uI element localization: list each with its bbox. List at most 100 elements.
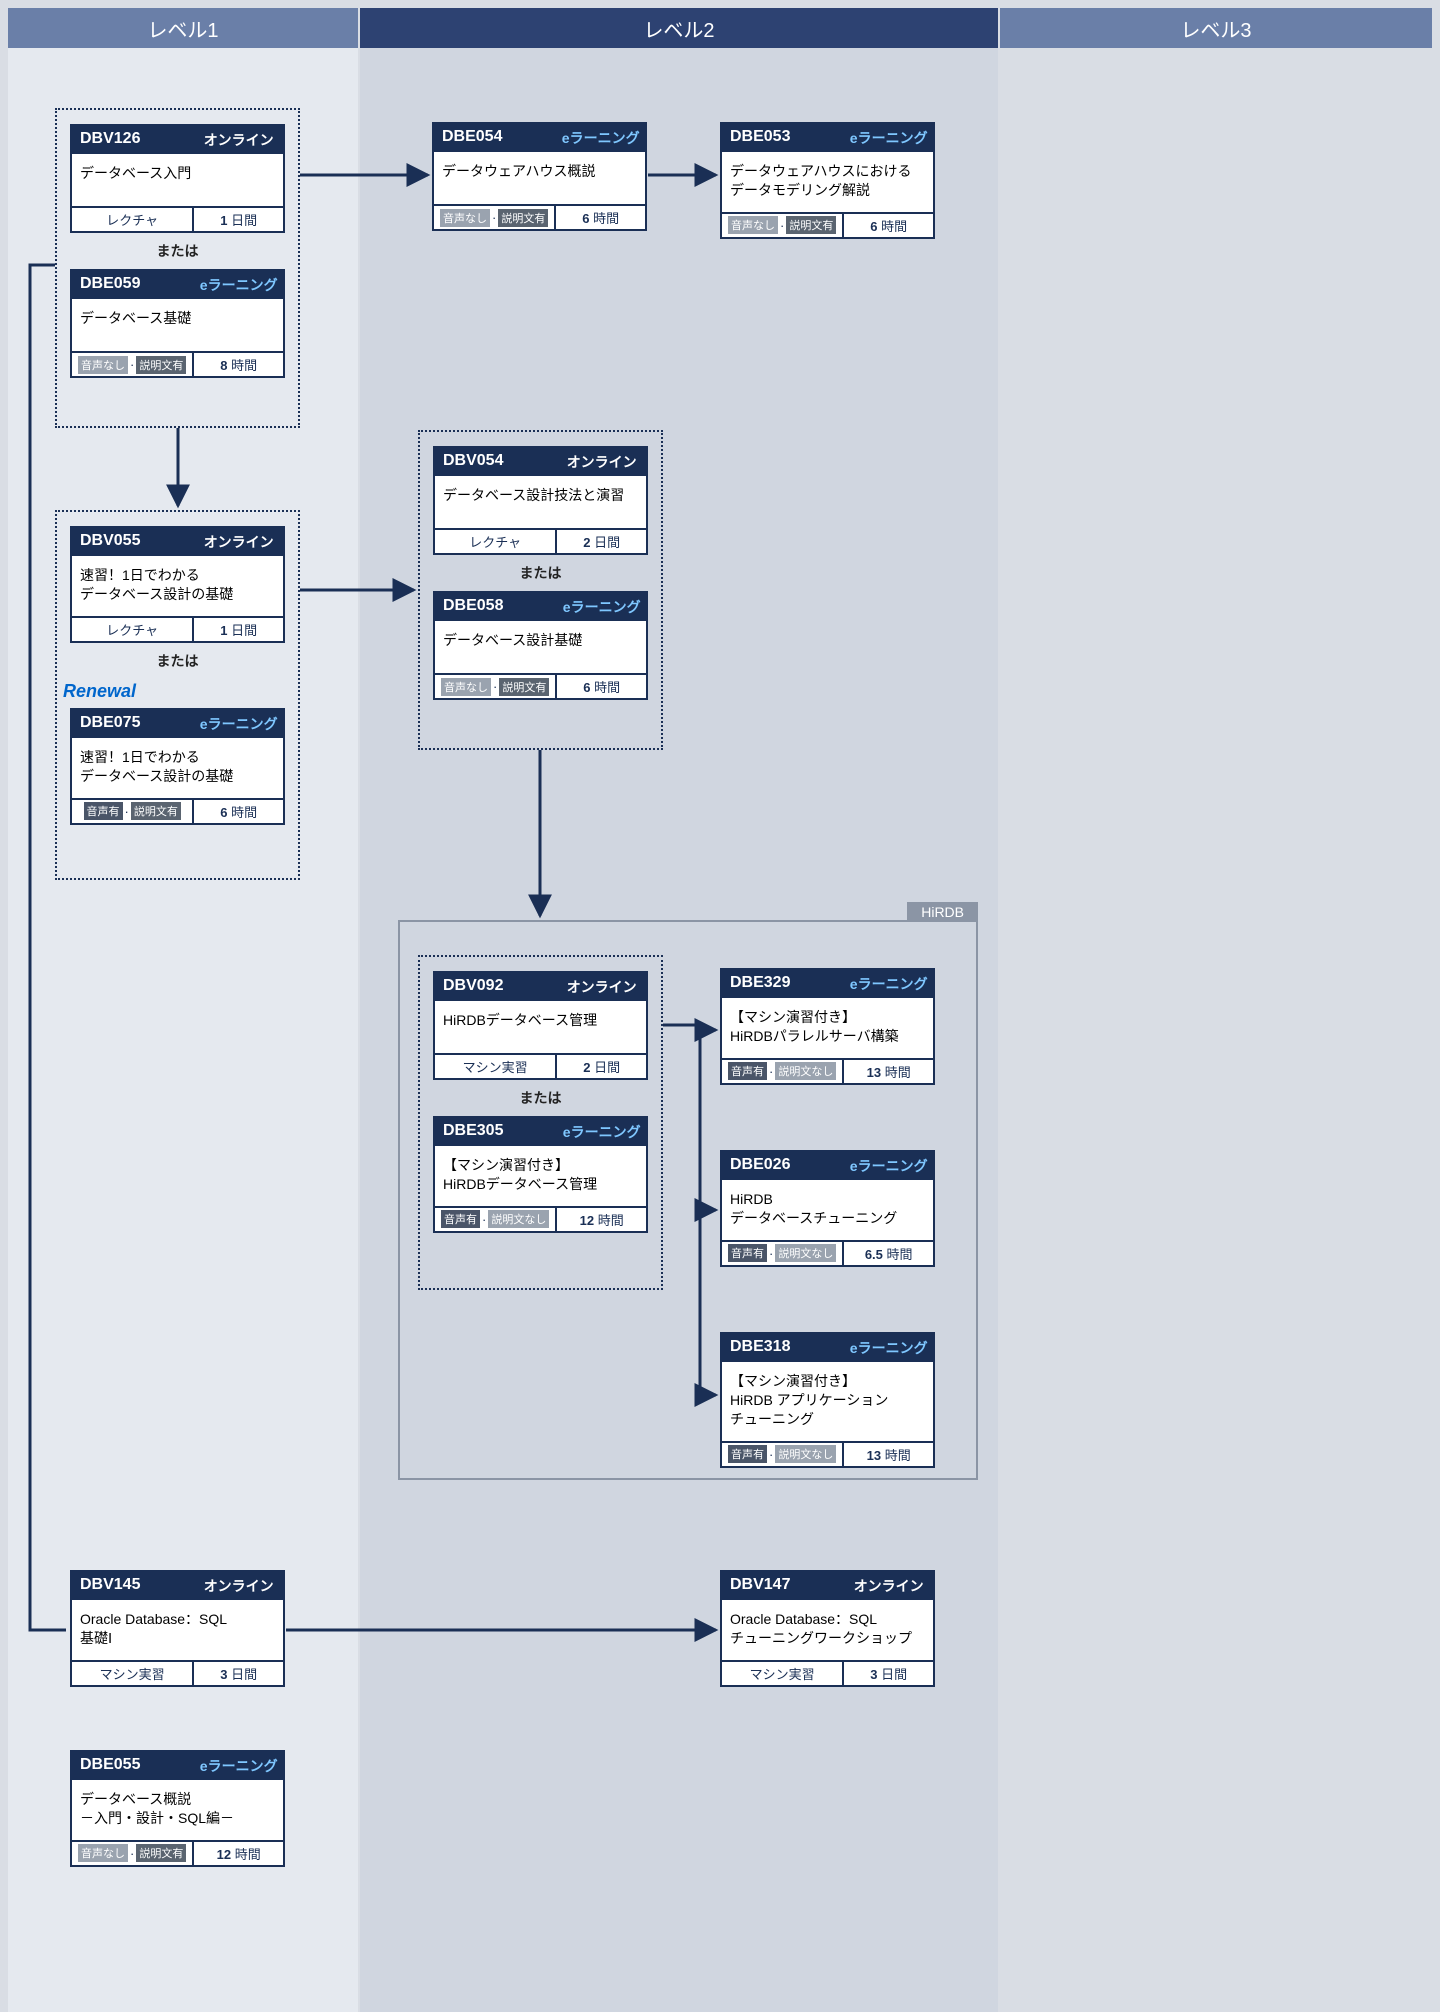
card-code: DBV054 — [435, 448, 557, 476]
card-code: DBV092 — [435, 973, 557, 1001]
card-type-badge: eラーニング — [557, 593, 646, 621]
card-code: DBE053 — [722, 124, 844, 152]
hirdb-label: HiRDB — [907, 902, 978, 922]
card-mode: 音声有·説明文有 — [72, 800, 194, 823]
card-code: DBE305 — [435, 1118, 557, 1146]
card-title: データベース設計技法と演習 — [435, 476, 646, 528]
card-duration: 13 時間 — [844, 1060, 933, 1083]
card-duration: 12 時間 — [557, 1208, 646, 1231]
card-DBV145[interactable]: DBV145 オンライン Oracle Database：SQL基礎Ⅰ マシン実… — [70, 1570, 285, 1687]
card-code: DBV147 — [722, 1572, 844, 1600]
card-mode: 音声有·説明文なし — [722, 1060, 844, 1083]
renewal-badge: Renewal — [57, 679, 298, 708]
card-type-badge: eラーニング — [844, 1152, 933, 1180]
card-DBE329[interactable]: DBE329 eラーニング 【マシン演習付き】HiRDBパラレルサーバ構築 音声… — [720, 968, 935, 1085]
card-code: DBV145 — [72, 1572, 194, 1600]
card-type-badge: eラーニング — [844, 124, 933, 152]
card-DBE055[interactable]: DBE055 eラーニング データベース概説－入門・設計・SQL編－ 音声なし·… — [70, 1750, 285, 1867]
card-type-badge: オンライン — [844, 1572, 933, 1600]
card-title: 【マシン演習付き】HiRDB アプリケーションチューニング — [722, 1362, 933, 1441]
card-code: DBV055 — [72, 528, 194, 556]
card-duration: 6 時間 — [194, 800, 283, 823]
card-title: HiRDBデータベース管理 — [435, 1001, 646, 1053]
card-mode: マシン実習 — [722, 1662, 844, 1685]
level3-header: レベル3 — [1000, 8, 1432, 48]
card-type-badge: eラーニング — [194, 710, 283, 738]
card-mode: 音声有·説明文なし — [722, 1443, 844, 1466]
card-mode: 音声なし·説明文有 — [72, 1842, 194, 1865]
card-code: DBE058 — [435, 593, 557, 621]
card-DBV126[interactable]: DBV126 オンライン データベース入門 レクチャ 1 日間 — [70, 124, 285, 233]
card-type-badge: オンライン — [194, 528, 283, 556]
card-title: Oracle Database：SQL基礎Ⅰ — [72, 1600, 283, 1660]
or-label: または — [420, 1080, 661, 1116]
level1-header: レベル1 — [8, 8, 358, 48]
card-title: データベース概説－入門・設計・SQL編－ — [72, 1780, 283, 1840]
card-code: DBE329 — [722, 970, 844, 998]
level2-header: レベル2 — [360, 8, 998, 48]
card-DBV054[interactable]: DBV054 オンライン データベース設計技法と演習 レクチャ 2 日間 — [433, 446, 648, 555]
card-duration: 12 時間 — [194, 1842, 283, 1865]
or-label: または — [57, 233, 298, 269]
card-title: 【マシン演習付き】HiRDBパラレルサーバ構築 — [722, 998, 933, 1058]
card-type-badge: オンライン — [557, 973, 646, 1001]
card-DBV147[interactable]: DBV147 オンライン Oracle Database：SQLチューニングワー… — [720, 1570, 935, 1687]
card-title: Oracle Database：SQLチューニングワークショップ — [722, 1600, 933, 1660]
card-DBE075[interactable]: DBE075 eラーニング 速習！1日でわかるデータベース設計の基礎 音声有·説… — [70, 708, 285, 825]
card-DBV092[interactable]: DBV092 オンライン HiRDBデータベース管理 マシン実習 2 日間 — [433, 971, 648, 1080]
course-flowchart: レベル1 レベル2 レベル3 DBV126 オンライン データベース入門 レクチ… — [0, 0, 1440, 2012]
card-duration: 3 日間 — [194, 1662, 283, 1685]
card-DBE054[interactable]: DBE054 eラーニング データウェアハウス概説 音声なし·説明文有 6 時間 — [432, 122, 647, 231]
card-DBE058[interactable]: DBE058 eラーニング データベース設計基礎 音声なし·説明文有 6 時間 — [433, 591, 648, 700]
card-mode: 音声なし·説明文有 — [72, 353, 194, 376]
group-hirdb-manage: DBV092 オンライン HiRDBデータベース管理 マシン実習 2 日間 また… — [418, 955, 663, 1290]
card-mode: 音声なし·説明文有 — [435, 675, 557, 698]
card-code: DBE075 — [72, 710, 194, 738]
card-DBE318[interactable]: DBE318 eラーニング 【マシン演習付き】HiRDB アプリケーションチュー… — [720, 1332, 935, 1468]
card-mode: マシン実習 — [435, 1055, 557, 1078]
card-duration: 6.5 時間 — [844, 1242, 933, 1265]
card-DBE059[interactable]: DBE059 eラーニング データベース基礎 音声なし·説明文有 8 時間 — [70, 269, 285, 378]
card-mode: 音声有·説明文なし — [722, 1242, 844, 1265]
card-mode: 音声有·説明文なし — [435, 1208, 557, 1231]
card-mode: レクチャ — [435, 530, 557, 553]
card-title: データベース入門 — [72, 154, 283, 206]
card-duration: 13 時間 — [844, 1443, 933, 1466]
card-mode: マシン実習 — [72, 1662, 194, 1685]
card-code: DBE026 — [722, 1152, 844, 1180]
card-code: DBE054 — [434, 124, 556, 152]
card-DBE053[interactable]: DBE053 eラーニング データウェアハウスにおけるデータモデリング解説 音声… — [720, 122, 935, 239]
card-mode: レクチャ — [72, 618, 194, 641]
card-type-badge: オンライン — [194, 126, 283, 154]
group-db-intro: DBV126 オンライン データベース入門 レクチャ 1 日間 または DBE0… — [55, 108, 300, 428]
card-type-badge: eラーニング — [194, 1752, 283, 1780]
card-title: データベース基礎 — [72, 299, 283, 351]
card-DBE026[interactable]: DBE026 eラーニング HiRDBデータベースチューニング 音声有·説明文な… — [720, 1150, 935, 1267]
group-db-design-basics: DBV055 オンライン 速習！1日でわかるデータベース設計の基礎 レクチャ 1… — [55, 510, 300, 880]
card-title: 【マシン演習付き】HiRDBデータベース管理 — [435, 1146, 646, 1206]
card-type-badge: eラーニング — [557, 1118, 646, 1146]
card-duration: 2 日間 — [557, 530, 646, 553]
card-duration: 6 時間 — [844, 214, 933, 237]
card-title: 速習！1日でわかるデータベース設計の基礎 — [72, 738, 283, 798]
card-type-badge: eラーニング — [194, 271, 283, 299]
or-label: または — [57, 643, 298, 679]
card-code: DBE055 — [72, 1752, 194, 1780]
card-type-badge: eラーニング — [844, 970, 933, 998]
card-mode: 音声なし·説明文有 — [722, 214, 844, 237]
card-title: データウェアハウスにおけるデータモデリング解説 — [722, 152, 933, 212]
card-duration: 1 日間 — [194, 208, 283, 231]
card-type-badge: オンライン — [194, 1572, 283, 1600]
card-title: データウェアハウス概説 — [434, 152, 645, 204]
card-code: DBE059 — [72, 271, 194, 299]
card-mode: 音声なし·説明文有 — [434, 206, 556, 229]
card-code: DBE318 — [722, 1334, 844, 1362]
card-mode: レクチャ — [72, 208, 194, 231]
card-duration: 8 時間 — [194, 353, 283, 376]
card-title: HiRDBデータベースチューニング — [722, 1180, 933, 1240]
card-type-badge: オンライン — [557, 448, 646, 476]
card-title: データベース設計基礎 — [435, 621, 646, 673]
card-DBE305[interactable]: DBE305 eラーニング 【マシン演習付き】HiRDBデータベース管理 音声有… — [433, 1116, 648, 1233]
card-duration: 6 時間 — [557, 675, 646, 698]
card-DBV055[interactable]: DBV055 オンライン 速習！1日でわかるデータベース設計の基礎 レクチャ 1… — [70, 526, 285, 643]
